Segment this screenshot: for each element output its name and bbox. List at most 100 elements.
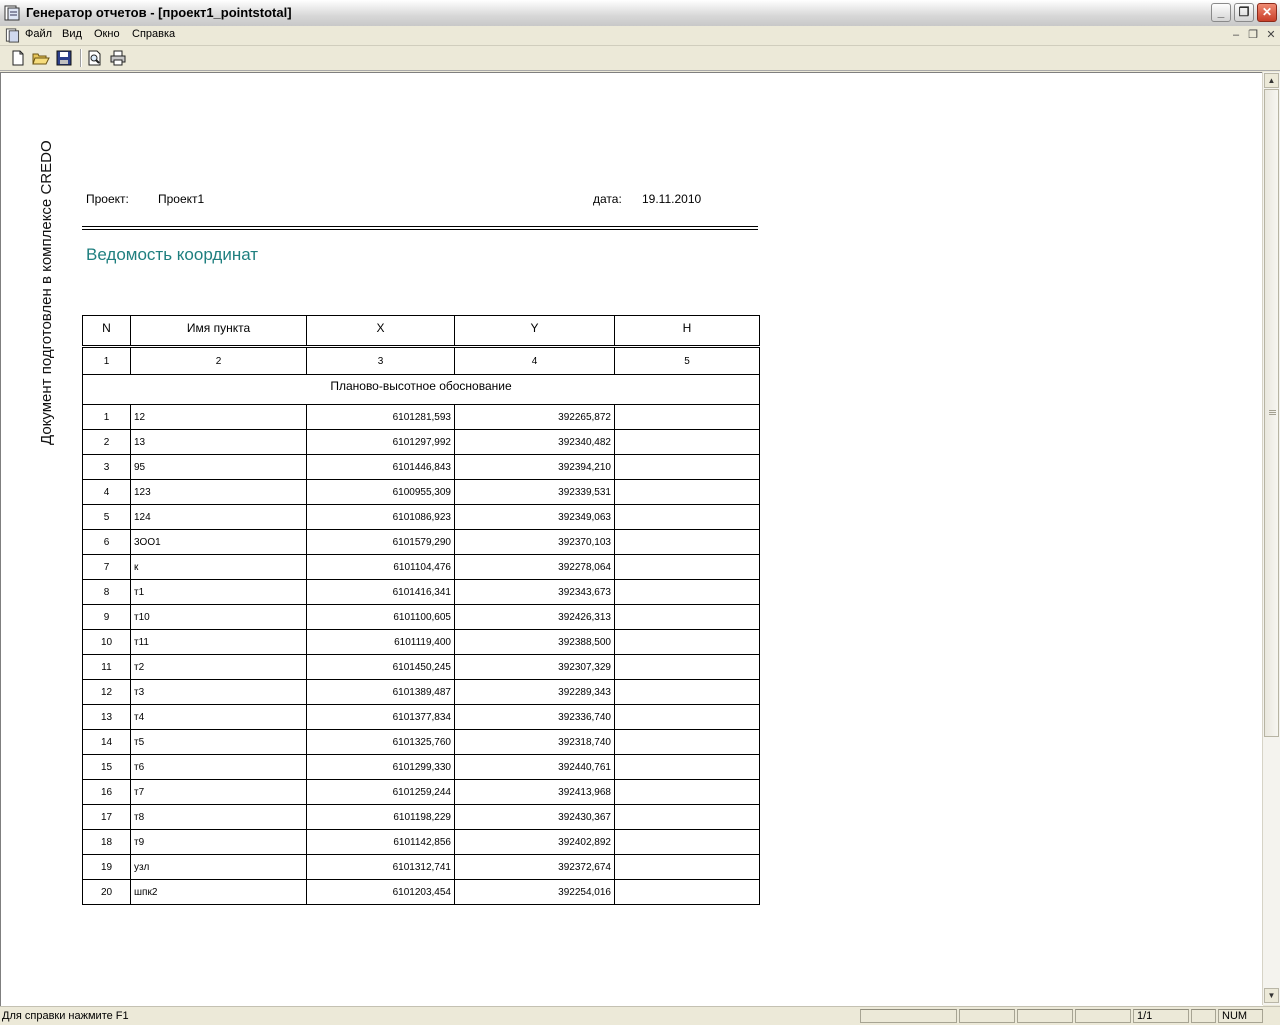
table-row: 19 узл 6101312,741 392372,674: [82, 854, 760, 880]
column-number-row: 1 2 3 4 5: [82, 345, 760, 375]
toolbar: [0, 46, 1280, 71]
save-icon[interactable]: [54, 49, 74, 67]
date-label: дата:: [593, 192, 622, 206]
cell-name: шпк2: [130, 879, 307, 905]
minimize-button[interactable]: _: [1211, 3, 1231, 22]
project-label: Проект:: [86, 192, 129, 206]
cell-n: 1: [82, 404, 131, 430]
close-button[interactable]: ✕: [1257, 3, 1277, 22]
menu-help[interactable]: Справка: [129, 28, 178, 40]
scroll-thumb[interactable]: [1264, 89, 1279, 737]
status-panel: [1075, 1009, 1131, 1023]
restore-button[interactable]: ❐: [1234, 3, 1254, 22]
cell-x: 6101389,487: [306, 679, 455, 705]
cell-h: [614, 479, 760, 505]
cell-n: 15: [82, 754, 131, 780]
section-title: Планово-высотное обоснование: [82, 374, 760, 405]
cell-h: [614, 629, 760, 655]
table-row: 8 т1 6101416,341 392343,673: [82, 579, 760, 605]
menu-bar: Файл Вид Окно Справка – ❐ ✕: [0, 26, 1280, 46]
table-row: 7 к 6101104,476 392278,064: [82, 554, 760, 580]
new-document-icon[interactable]: [8, 49, 28, 67]
cell-x: 6101299,330: [306, 754, 455, 780]
menu-window[interactable]: Окно: [91, 28, 123, 40]
cell-y: 392340,482: [454, 429, 615, 455]
vertical-scrollbar[interactable]: ▲ ▼: [1262, 72, 1280, 1005]
document-icon[interactable]: [4, 28, 20, 43]
cell-n: 13: [82, 704, 131, 730]
cell-h: [614, 654, 760, 680]
open-folder-icon[interactable]: [31, 49, 51, 67]
cell-x: 6101377,834: [306, 704, 455, 730]
app-icon[interactable]: [4, 5, 20, 21]
menu-file[interactable]: Файл: [22, 28, 55, 40]
menu-view[interactable]: Вид: [59, 28, 85, 40]
print-icon[interactable]: [108, 49, 128, 67]
cell-name: т9: [130, 829, 307, 855]
cell-x: 6100955,309: [306, 479, 455, 505]
cell-h: [614, 554, 760, 580]
cell-x: 6101297,992: [306, 429, 455, 455]
cell-n: 4: [82, 479, 131, 505]
project-value: Проект1: [158, 192, 205, 206]
cell-h: [614, 529, 760, 555]
header-rule-top: [82, 226, 758, 227]
cell-h: [614, 754, 760, 780]
cell-name: т5: [130, 729, 307, 755]
status-help-text: Для справки нажмите F1: [2, 1010, 129, 1022]
cell-h: [614, 404, 760, 430]
cell-name: т1: [130, 579, 307, 605]
status-panel: [1017, 1009, 1073, 1023]
table-row: 1 12 6101281,593 392265,872: [82, 404, 760, 430]
cell-name: т2: [130, 654, 307, 680]
scroll-grip: [1269, 412, 1276, 413]
cell-x: 6101104,476: [306, 554, 455, 580]
table-row: 11 т2 6101450,245 392307,329: [82, 654, 760, 680]
cell-name: к: [130, 554, 307, 580]
cell-x: 6101416,341: [306, 579, 455, 605]
child-restore-button[interactable]: ❐: [1246, 28, 1260, 42]
column-number: 2: [130, 345, 307, 375]
cell-x: 6101325,760: [306, 729, 455, 755]
cell-name: т3: [130, 679, 307, 705]
cell-y: 392254,016: [454, 879, 615, 905]
table-row: 20 шпк2 6101203,454 392254,016: [82, 879, 760, 905]
header-rule-bottom: [82, 229, 758, 230]
child-minimize-button[interactable]: –: [1229, 28, 1243, 42]
coordinates-table: N Имя пункта X Y H 1 2 3 4 5 Планово-выс…: [82, 315, 760, 905]
cell-h: [614, 504, 760, 530]
cell-name: т10: [130, 604, 307, 630]
cell-y: 392349,063: [454, 504, 615, 530]
scroll-down-arrow-icon[interactable]: ▼: [1264, 988, 1279, 1003]
cell-name: 123: [130, 479, 307, 505]
cell-n: 20: [82, 879, 131, 905]
status-num: NUM: [1218, 1009, 1263, 1023]
table-header-row: N Имя пункта X Y H: [82, 315, 760, 347]
scroll-up-arrow-icon[interactable]: ▲: [1264, 73, 1279, 88]
cell-h: [614, 454, 760, 480]
cell-x: 6101086,923: [306, 504, 455, 530]
cell-x: 6101119,400: [306, 629, 455, 655]
print-preview-icon[interactable]: [85, 49, 105, 67]
cell-x: 6101446,843: [306, 454, 455, 480]
cell-y: 392265,872: [454, 404, 615, 430]
table-row: 18 т9 6101142,856 392402,892: [82, 829, 760, 855]
cell-y: 392394,210: [454, 454, 615, 480]
status-panel: [860, 1009, 957, 1023]
side-note: Документ подготовлен в комплексе CREDO: [38, 140, 55, 445]
child-close-button[interactable]: ✕: [1264, 28, 1278, 42]
table-row: 13 т4 6101377,834 392336,740: [82, 704, 760, 730]
cell-name: т7: [130, 779, 307, 805]
cell-y: 392440,761: [454, 754, 615, 780]
cell-n: 19: [82, 854, 131, 880]
cell-n: 7: [82, 554, 131, 580]
cell-h: [614, 679, 760, 705]
status-panel: [959, 1009, 1015, 1023]
cell-x: 6101198,229: [306, 804, 455, 830]
cell-name: т8: [130, 804, 307, 830]
cell-n: 8: [82, 579, 131, 605]
toolbar-separator: [80, 49, 82, 67]
status-page: 1/1: [1133, 1009, 1189, 1023]
header-y: Y: [454, 315, 615, 347]
cell-name: т6: [130, 754, 307, 780]
